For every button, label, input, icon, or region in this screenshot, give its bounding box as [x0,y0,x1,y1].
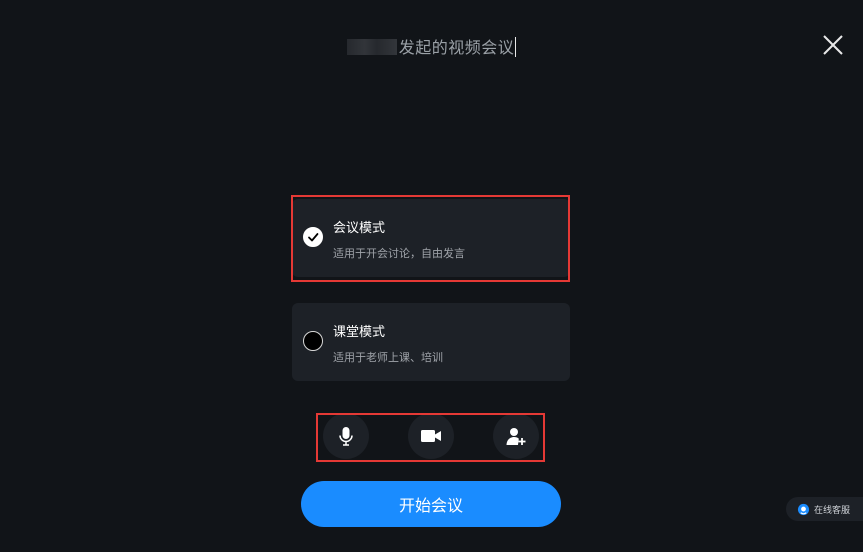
checkmark-icon [308,233,319,242]
meeting-mode-title: 会议模式 [333,221,386,236]
meeting-mode-description: 适用于开会讨论，自由发言 [333,247,465,260]
meeting-title-text: 发起的视频会议 [398,38,515,57]
video-meeting-page: 发起的视频会议 会议模式 适用于开会讨论，自由发言 课堂模式 适用于老师上课、培… [0,0,863,552]
start-meeting-button[interactable]: 开始会议 [301,481,561,527]
class-mode-title: 课堂模式 [333,325,386,340]
meeting-title[interactable]: 发起的视频会议 [0,34,863,58]
close-button[interactable] [821,33,845,57]
microphone-icon [339,427,353,446]
class-mode-description: 适用于老师上课、培训 [333,351,443,364]
class-mode-option[interactable]: 课堂模式 适用于老师上课、培训 [292,303,570,381]
meeting-mode-radio[interactable] [303,227,323,247]
add-participant-icon [506,428,526,445]
class-mode-radio[interactable] [303,331,323,351]
add-participant-button[interactable] [493,413,539,459]
camera-button[interactable] [408,413,454,459]
meeting-mode-option[interactable]: 会议模式 适用于开会讨论，自由发言 [292,199,570,277]
microphone-button[interactable] [323,413,369,459]
camera-icon [421,430,441,442]
close-icon [823,35,843,55]
text-caret [515,37,517,57]
redacted-username [346,39,397,55]
customer-service-icon [797,503,810,515]
online-service-label: 在线客服 [814,505,851,516]
online-service-button[interactable]: 在线客服 [786,497,863,521]
